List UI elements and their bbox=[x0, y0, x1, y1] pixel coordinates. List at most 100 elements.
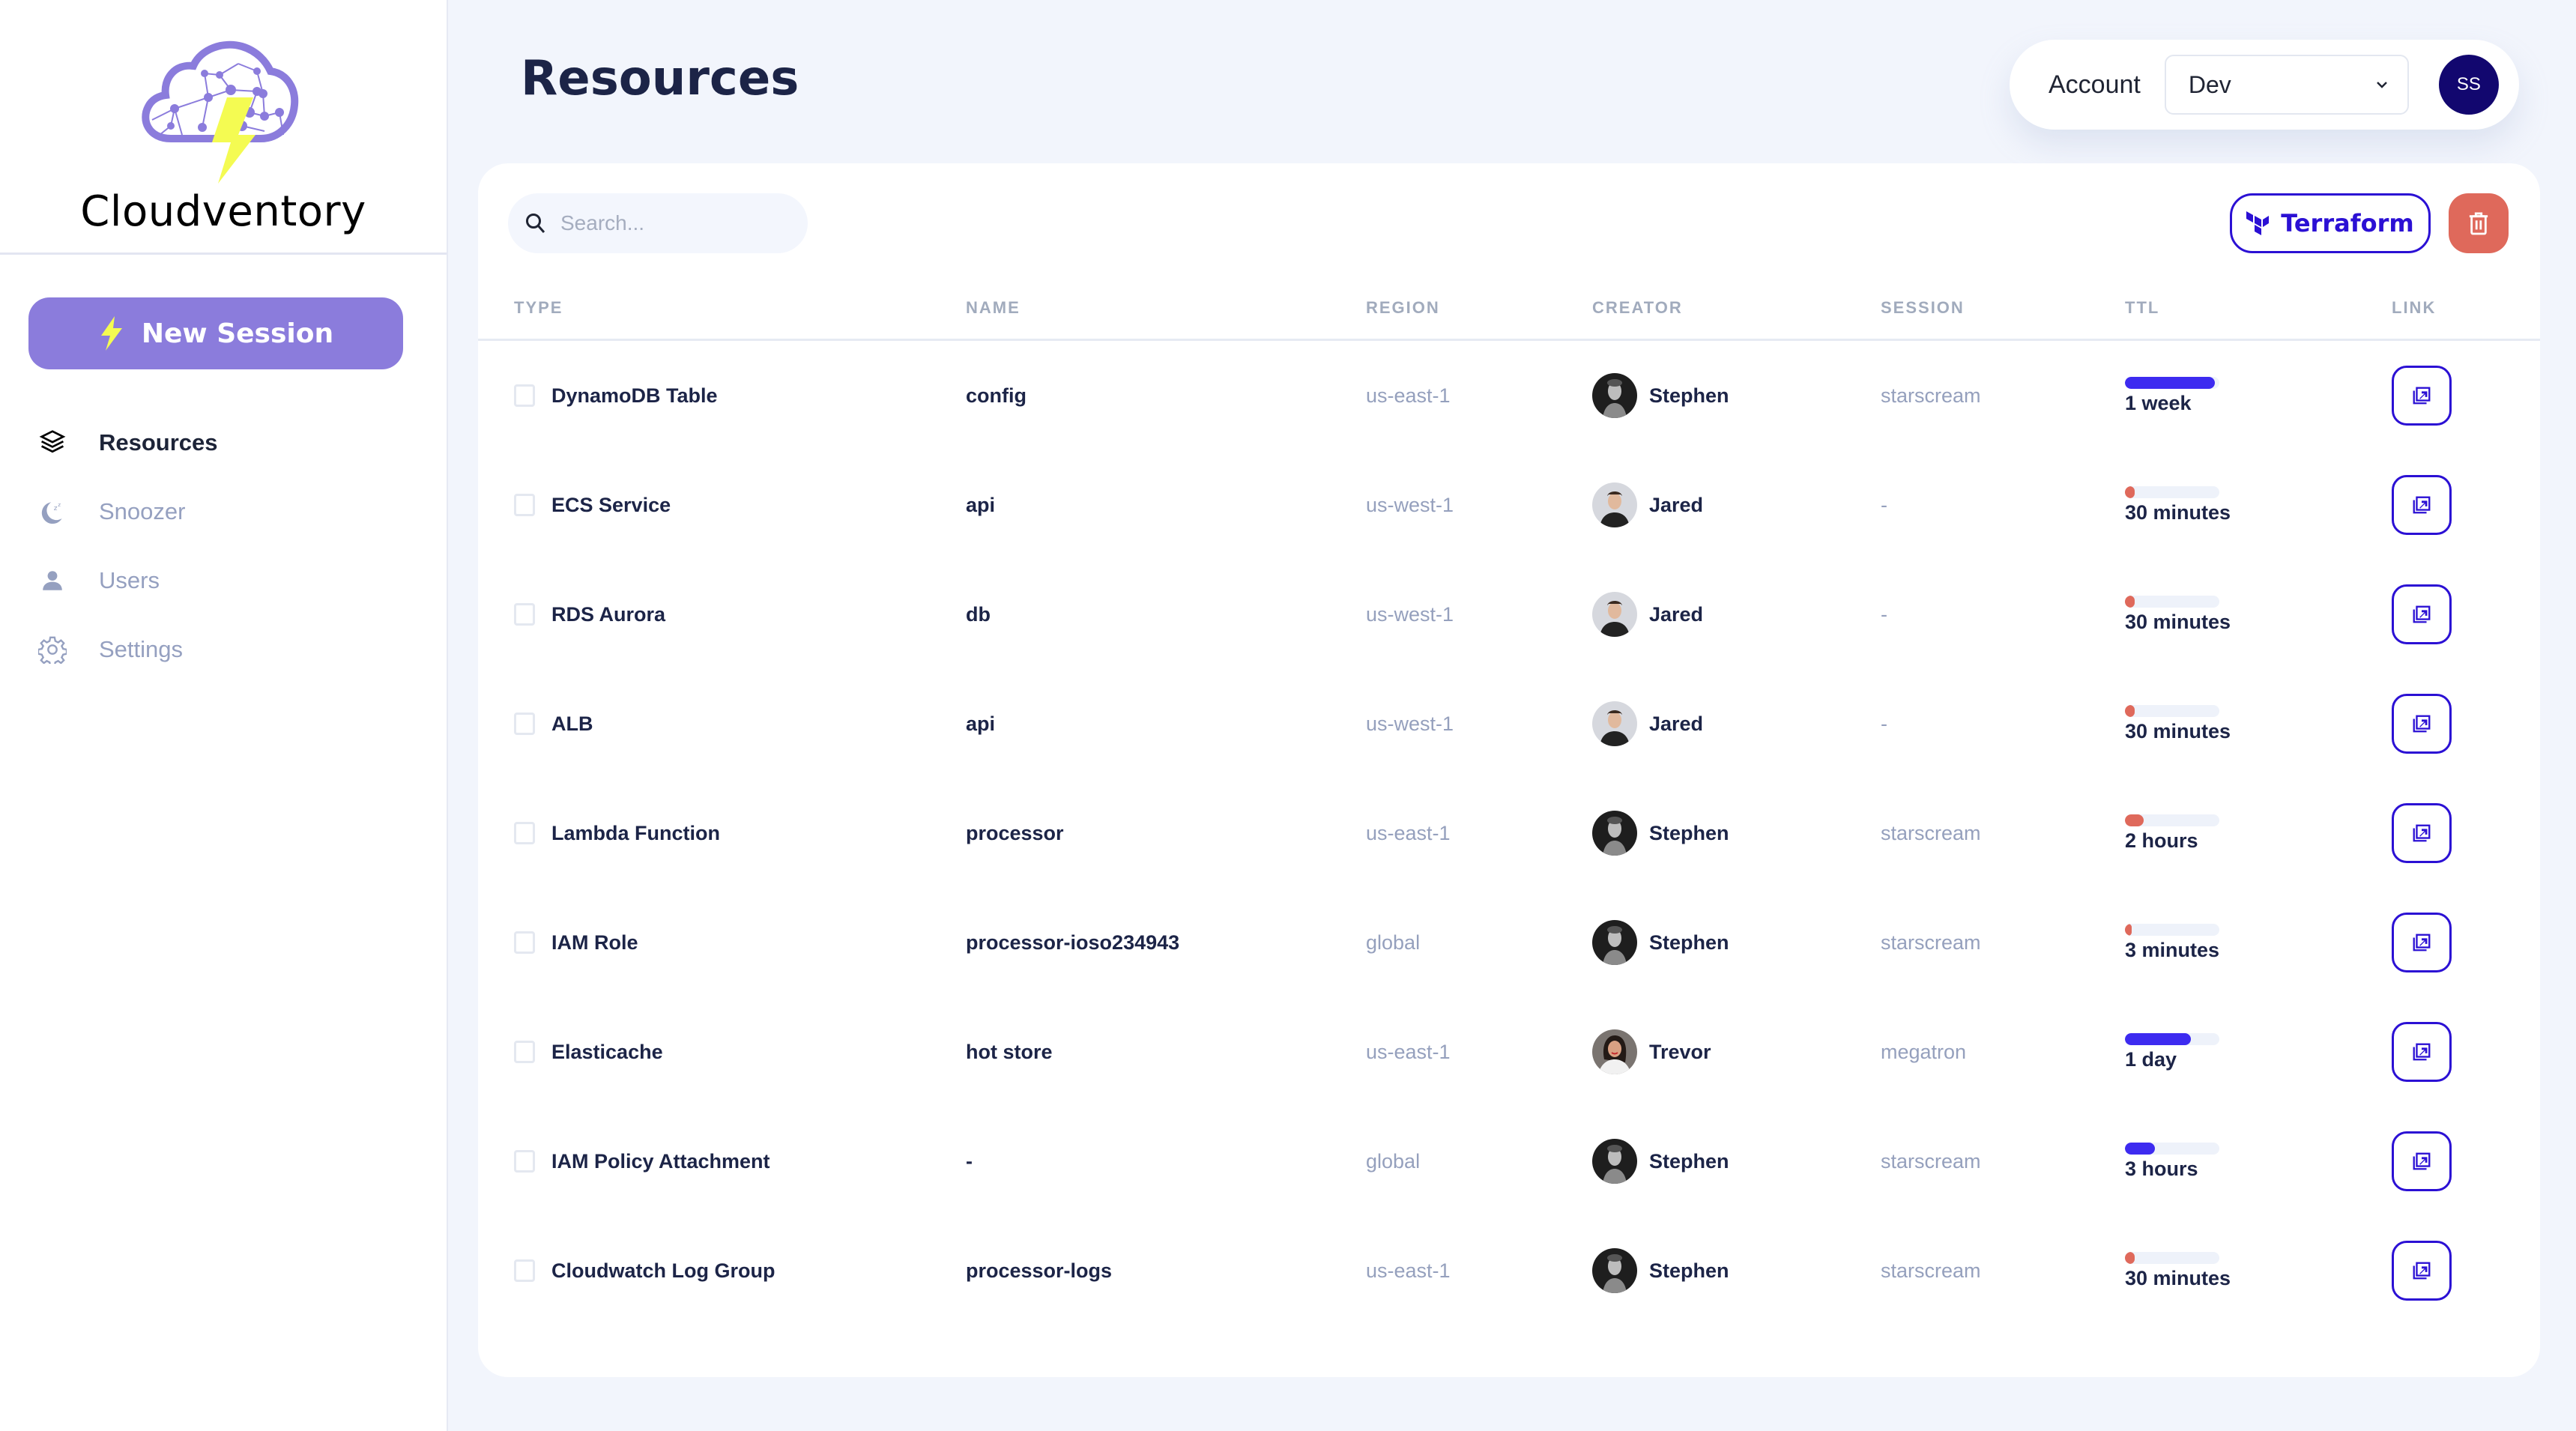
resource-type: Elasticache bbox=[551, 1040, 663, 1063]
external-link-icon bbox=[2413, 496, 2431, 514]
ttl-label: 1 week bbox=[2125, 391, 2192, 414]
resource-name: api bbox=[966, 493, 996, 516]
resource-region: us-east-1 bbox=[1366, 384, 1451, 407]
open-link-button[interactable] bbox=[2392, 366, 2452, 426]
creator-name: Stephen bbox=[1649, 931, 1729, 954]
ttl-progress-fill bbox=[2125, 376, 2215, 389]
sidebar-item-label: Settings bbox=[99, 636, 184, 662]
ttl-cell: 3 minutes bbox=[2125, 888, 2219, 997]
row-checkbox[interactable] bbox=[514, 603, 535, 626]
lightning-icon bbox=[100, 316, 122, 351]
row-checkbox[interactable] bbox=[514, 822, 535, 844]
sidebar-item-snoozer[interactable]: z z Snoozer bbox=[37, 477, 412, 546]
user-avatar[interactable]: SS bbox=[2438, 55, 2499, 115]
open-link-button[interactable] bbox=[2392, 803, 2452, 863]
resource-session: megatron bbox=[1881, 1040, 1967, 1063]
resource-session: - bbox=[1881, 602, 1887, 626]
search-icon bbox=[526, 214, 545, 233]
link-cell bbox=[2392, 560, 2452, 669]
table-header: TYPE NAME REGION CREATOR SESSION TTL LIN… bbox=[478, 276, 2540, 341]
creator-avatar bbox=[1592, 920, 1637, 965]
column-header-region[interactable]: REGION bbox=[1366, 298, 1440, 318]
resource-region: us-east-1 bbox=[1366, 821, 1451, 844]
resource-session: starscream bbox=[1881, 821, 1981, 844]
creator-cell: Stephen bbox=[1592, 1216, 1729, 1325]
open-link-button[interactable] bbox=[2392, 584, 2452, 644]
ttl-cell: 30 minutes bbox=[2125, 450, 2231, 560]
row-checkbox[interactable] bbox=[514, 1150, 535, 1173]
ttl-progress-bar bbox=[2125, 1032, 2219, 1045]
sidebar-item-label: Resources bbox=[99, 429, 218, 456]
creator-avatar bbox=[1592, 701, 1637, 746]
search-input[interactable] bbox=[560, 211, 785, 235]
resource-region: us-west-1 bbox=[1366, 602, 1454, 626]
resource-name: hot store bbox=[966, 1040, 1053, 1063]
resource-name: db bbox=[966, 602, 991, 626]
open-link-button[interactable] bbox=[2392, 694, 2452, 754]
row-checkbox[interactable] bbox=[514, 384, 535, 407]
open-link-button[interactable] bbox=[2392, 1131, 2452, 1191]
row-checkbox[interactable] bbox=[514, 1041, 535, 1063]
logo-area: Cloudventory bbox=[0, 0, 447, 255]
type-cell: IAM Policy Attachment bbox=[514, 1107, 770, 1216]
column-header-type[interactable]: TYPE bbox=[514, 298, 563, 318]
creator-name: Stephen bbox=[1649, 1149, 1729, 1173]
open-link-button[interactable] bbox=[2392, 1241, 2452, 1301]
column-header-ttl[interactable]: TTL bbox=[2125, 298, 2159, 318]
ttl-cell: 30 minutes bbox=[2125, 669, 2231, 778]
svg-text:z: z bbox=[58, 501, 61, 508]
open-link-button[interactable] bbox=[2392, 913, 2452, 972]
resources-card: Terraform TYPE NAME REGION CREATOR SESSI… bbox=[478, 163, 2540, 1377]
row-checkbox[interactable] bbox=[514, 931, 535, 954]
gear-icon bbox=[37, 635, 67, 665]
column-header-session[interactable]: SESSION bbox=[1881, 298, 1965, 318]
sidebar-item-users[interactable]: Users bbox=[37, 546, 412, 615]
ttl-cell: 1 week bbox=[2125, 341, 2219, 450]
column-header-creator[interactable]: CREATOR bbox=[1592, 298, 1683, 318]
new-session-label: New Session bbox=[141, 318, 334, 349]
ttl-progress-fill bbox=[2125, 1032, 2192, 1045]
external-link-icon bbox=[2413, 715, 2431, 733]
resource-session: - bbox=[1881, 712, 1887, 735]
row-checkbox[interactable] bbox=[514, 713, 535, 735]
link-cell bbox=[2392, 888, 2452, 997]
resource-region: global bbox=[1366, 1149, 1421, 1173]
delete-button[interactable] bbox=[2449, 193, 2509, 253]
row-checkbox[interactable] bbox=[514, 1259, 535, 1282]
external-link-icon bbox=[2413, 1262, 2431, 1280]
sidebar-item-resources[interactable]: Resources bbox=[37, 408, 412, 477]
ttl-cell: 30 minutes bbox=[2125, 1216, 2231, 1325]
ttl-label: 30 minutes bbox=[2125, 610, 2231, 633]
sidebar-item-settings[interactable]: Settings bbox=[37, 615, 412, 684]
trash-icon bbox=[2469, 212, 2488, 235]
resource-type: ALB bbox=[551, 712, 593, 735]
account-select[interactable]: Dev bbox=[2164, 55, 2409, 115]
ttl-label: 30 minutes bbox=[2125, 500, 2231, 524]
sidebar-item-label: Users bbox=[99, 567, 160, 593]
resource-type: IAM Role bbox=[551, 931, 638, 954]
terraform-button[interactable]: Terraform bbox=[2230, 193, 2431, 253]
resource-session: starscream bbox=[1881, 1149, 1981, 1173]
open-link-button[interactable] bbox=[2392, 1022, 2452, 1082]
column-header-name[interactable]: NAME bbox=[966, 298, 1021, 318]
type-cell: Cloudwatch Log Group bbox=[514, 1216, 775, 1325]
creator-avatar bbox=[1592, 482, 1637, 527]
ttl-progress-fill bbox=[2125, 923, 2132, 936]
row-checkbox[interactable] bbox=[514, 494, 535, 516]
creator-cell: Jared bbox=[1592, 669, 1703, 778]
new-session-button[interactable]: New Session bbox=[28, 297, 403, 369]
creator-avatar bbox=[1592, 373, 1637, 418]
table-row: Lambda Function processor us-east-1 Step… bbox=[478, 778, 2540, 888]
open-link-button[interactable] bbox=[2392, 475, 2452, 535]
creator-avatar bbox=[1592, 1139, 1637, 1184]
resource-session: starscream bbox=[1881, 931, 1981, 954]
creator-cell: Trevor bbox=[1592, 997, 1711, 1107]
link-cell bbox=[2392, 450, 2452, 560]
creator-avatar bbox=[1592, 1248, 1637, 1293]
resource-type: Lambda Function bbox=[551, 821, 720, 844]
column-header-link[interactable]: LINK bbox=[2392, 298, 2436, 318]
creator-cell: Stephen bbox=[1592, 778, 1729, 888]
ttl-progress-bar bbox=[2125, 1142, 2219, 1155]
resource-name: processor-ioso234943 bbox=[966, 931, 1180, 954]
creator-cell: Stephen bbox=[1592, 341, 1729, 450]
